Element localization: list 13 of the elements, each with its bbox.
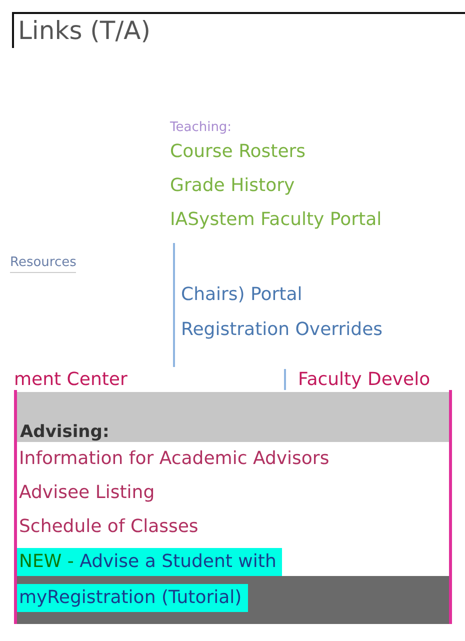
advising-link[interactable]: Information for Academic Advisors [17, 442, 330, 476]
advising-link[interactable]: Schedule of Classes [17, 510, 198, 544]
advising-link[interactable]: Advisee Listing [17, 476, 155, 510]
new-advising-link[interactable]: NEW - Advise a Student with [17, 548, 282, 576]
page-title: Links (T/A) [18, 16, 150, 45]
cut-off-link[interactable]: ment Center [14, 369, 284, 390]
new-advising-link[interactable]: myRegistration (Tutorial) [17, 584, 248, 612]
section-heading: Resources [10, 255, 76, 273]
section-heading: Advising: [19, 422, 110, 442]
cut-off-link[interactable]: Faculty Develo [284, 369, 430, 390]
section-heading: Teaching: [170, 120, 232, 135]
resource-link[interactable]: Registration Overrides [181, 312, 383, 347]
resource-link[interactable]: Chairs) Portal [181, 277, 302, 312]
